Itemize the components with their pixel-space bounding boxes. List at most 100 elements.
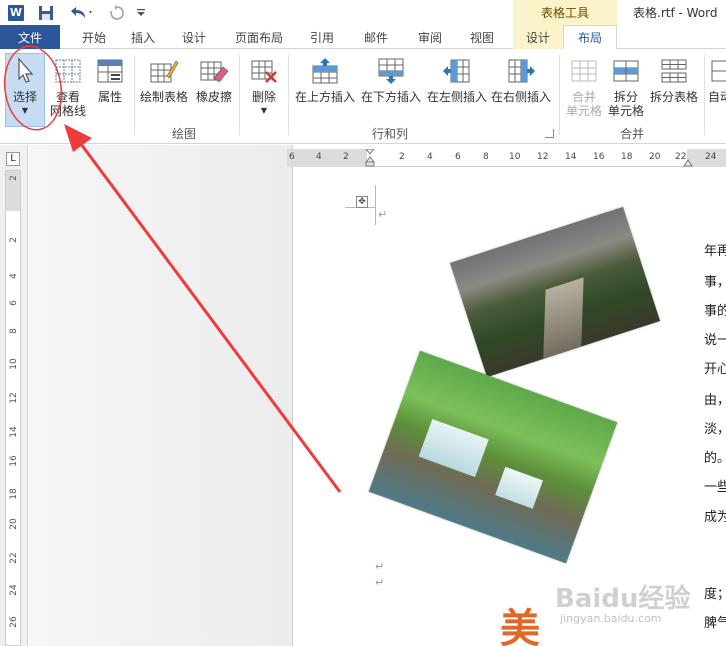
body-text-fragment: 淡， [704, 422, 726, 437]
table-move-handle-icon[interactable]: ✥ [356, 196, 368, 208]
merge-cells-button[interactable]: 合并 单元格 [564, 55, 604, 118]
baidu-watermark: Baidu经验 [555, 584, 691, 614]
table-properties-icon [94, 55, 126, 87]
tab-mailings[interactable]: 邮件 [357, 25, 395, 49]
vruler-tick: 2 [9, 175, 19, 181]
split-cells-icon [610, 55, 642, 87]
insert-left-icon [441, 55, 473, 87]
vruler-tick: 22 [9, 552, 19, 564]
autofit-button[interactable]: 自动 [708, 55, 726, 104]
undo-icon[interactable] [66, 3, 96, 22]
group-separator [239, 55, 240, 135]
body-text-fragment: 由， [704, 393, 726, 408]
paragraph-mark-icon: ↵ [375, 576, 385, 589]
eraser-button[interactable]: 橡皮擦 [194, 55, 234, 104]
body-text-fragment: 年再 [704, 244, 726, 259]
pencil-table-icon [148, 55, 180, 87]
group-separator [288, 55, 289, 135]
horizontal-ruler: 6 4 2 2 4 6 8 10 12 14 16 18 20 22 24 [287, 149, 726, 167]
vruler-tick: 2 [9, 237, 19, 243]
tab-view[interactable]: 视图 [463, 25, 501, 49]
tab-design[interactable]: 设计 [175, 25, 213, 49]
paragraph-mark-icon: ↵ [375, 560, 385, 573]
chevron-down-icon: ▼ [260, 106, 268, 115]
decorative-character: 美 [500, 605, 540, 646]
horizontal-ruler-left-margin [287, 149, 367, 167]
group-label-draw: 绘图 [172, 127, 197, 141]
tab-table-layout[interactable]: 布局 [563, 25, 617, 50]
right-indent-marker-icon[interactable] [683, 157, 693, 167]
merge-cells-icon [568, 55, 600, 87]
dialog-launcher-icon[interactable] [545, 129, 554, 138]
hruler-tick: 24 [705, 152, 717, 162]
vruler-tick: 14 [9, 426, 19, 438]
table-border [375, 185, 376, 225]
view-gridlines-label-1: 查看 [55, 90, 80, 104]
split-table-button[interactable]: 拆分表格 [648, 55, 700, 104]
table-tools-group-title: 表格工具 [513, 0, 617, 25]
delete-button[interactable]: 删除 ▼ [246, 55, 282, 118]
eraser-label: 橡皮擦 [195, 90, 232, 104]
vruler-tick: 20 [9, 518, 19, 530]
group-separator [559, 55, 560, 135]
merge-cells-label-2: 单元格 [565, 104, 602, 118]
body-text-fragment: 成为 [704, 510, 726, 525]
insert-above-label: 在上方插入 [294, 90, 355, 104]
select-button[interactable]: 选择 ▼ [5, 55, 45, 118]
hruler-tick: 6 [455, 152, 461, 162]
draw-table-button[interactable]: 绘制表格 [140, 55, 188, 104]
insert-below-button[interactable]: 在下方插入 [360, 55, 422, 104]
split-table-label: 拆分表格 [649, 90, 698, 104]
vruler-tick: 16 [9, 455, 19, 467]
document-title: 表格.rtf - Word [633, 6, 718, 20]
photo-waterfall-detail [418, 418, 489, 478]
insert-left-button[interactable]: 在左侧插入 [426, 55, 488, 104]
group-label-rows-columns: 行和列 [372, 127, 409, 141]
redo-icon[interactable] [106, 3, 128, 22]
insert-right-button[interactable]: 在右侧插入 [490, 55, 552, 104]
body-text-fragment: 一些 [704, 480, 726, 495]
vruler-tick: 18 [9, 488, 19, 500]
body-text-fragment: 度； [704, 587, 726, 602]
hruler-tick: 4 [427, 152, 433, 162]
insert-above-button[interactable]: 在上方插入 [294, 55, 356, 104]
hruler-tick: 6 [289, 152, 295, 162]
vruler-tick: 10 [9, 358, 19, 370]
hruler-tick: 18 [621, 152, 633, 162]
vruler-tick: 6 [9, 300, 19, 306]
insert-right-icon [505, 55, 537, 87]
view-gridlines-button[interactable]: 查看 网格线 [48, 55, 88, 118]
tab-home[interactable]: 开始 [72, 25, 116, 49]
cursor-arrow-icon [9, 55, 41, 87]
split-table-icon [658, 55, 690, 87]
tab-selector-icon[interactable]: L [6, 152, 20, 166]
tab-table-design[interactable]: 设计 [513, 25, 563, 49]
body-text-fragment: 脾气 [704, 616, 726, 631]
body-text-fragment: 说一 [704, 333, 726, 348]
chevron-down-icon: ▼ [21, 106, 29, 115]
indent-marker-icon[interactable] [365, 149, 375, 167]
split-cells-label-1: 拆分 [613, 90, 638, 104]
tab-references[interactable]: 引用 [303, 25, 341, 49]
tab-file[interactable]: 文件 [0, 25, 60, 49]
paragraph-mark-icon: ↵ [378, 208, 388, 221]
insert-left-label: 在左侧插入 [426, 90, 487, 104]
save-icon[interactable] [36, 3, 56, 22]
tab-insert[interactable]: 插入 [124, 25, 162, 49]
group-separator [704, 55, 705, 135]
vruler-tick: 4 [9, 273, 19, 279]
tab-review[interactable]: 审阅 [411, 25, 449, 49]
group-label-merge: 合并 [620, 127, 645, 141]
body-text-fragment: 事的 [704, 304, 726, 319]
draw-table-label: 绘制表格 [140, 90, 189, 104]
hruler-tick: 12 [537, 152, 549, 162]
body-text-fragment: 事， [704, 275, 726, 290]
properties-button[interactable]: 属性 [92, 55, 128, 104]
customize-quick-access-icon[interactable] [134, 3, 148, 22]
eraser-icon [198, 55, 230, 87]
split-cells-button[interactable]: 拆分 单元格 [606, 55, 646, 118]
word-icon[interactable]: W [6, 3, 26, 22]
tab-page-layout[interactable]: 页面布局 [227, 25, 291, 49]
autofit-label: 自动 [708, 90, 726, 104]
hruler-tick: 10 [509, 152, 521, 162]
